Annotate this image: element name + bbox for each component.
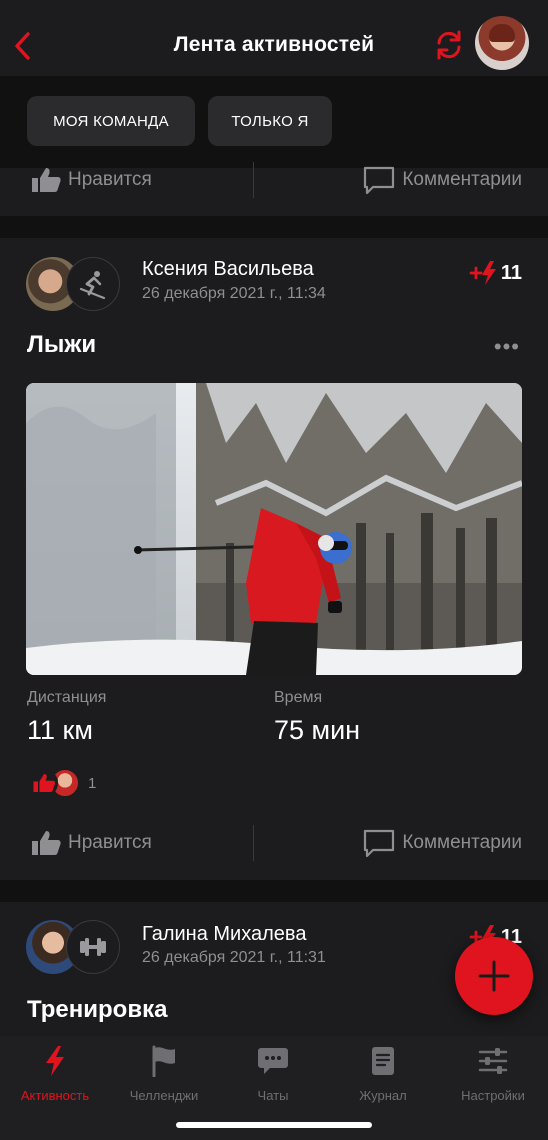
activity-type-badge [66,920,120,974]
like-button[interactable]: Нравится [30,823,152,863]
thumbs-up-red-icon [33,774,55,792]
profile-avatar[interactable] [475,16,529,70]
add-activity-button[interactable] [455,937,533,1015]
comment-label: Комментарии [402,832,522,853]
comment-icon [364,829,395,858]
comment-label: Комментарии [402,169,522,190]
tab-label: Челленджи [129,1088,199,1103]
score-badge: 11 [469,260,522,286]
plus-icon [478,960,510,992]
user-name[interactable]: Галина Михалева [142,923,306,946]
post-card-previous: Нравится Комментарии [0,162,548,216]
liked-icon [30,769,58,797]
sync-button[interactable] [432,28,466,62]
activity-type-badge [66,257,120,311]
post-actions: Нравится Комментарии [0,160,548,200]
score-value: 11 [500,261,522,284]
distance-label: Дистанция [27,689,107,706]
sliders-icon [478,1048,508,1074]
actions-divider [253,825,254,861]
post-actions: Нравится Комментарии [0,823,548,863]
refresh-icon [437,30,461,60]
post-card: Ксения Васильева 26 декабря 2021 г., 11:… [0,238,548,880]
activity-photo[interactable] [26,383,522,675]
likes-count: 1 [88,774,97,792]
journal-icon [372,1047,394,1075]
flag-icon [152,1045,175,1077]
like-label: Нравится [68,832,152,853]
tab-label: Настройки [461,1088,525,1103]
thumbs-up-icon [32,168,61,192]
skiing-icon [79,271,106,300]
activity-title: Лыжи [27,331,97,358]
filter-my-team-button[interactable]: МОЯ КОМАНДА [27,96,195,146]
tab-challenges[interactable]: Челленджи [109,1044,219,1103]
tab-label: Журнал [359,1088,407,1103]
tab-settings[interactable]: Настройки [438,1044,548,1103]
tab-activity[interactable]: Активность [0,1044,110,1103]
user-name[interactable]: Ксения Васильева [142,258,314,281]
lightning-icon [46,1046,64,1076]
dumbbell-icon [80,938,106,956]
actions-divider [253,162,254,198]
like-button[interactable]: Нравится [30,160,152,200]
post-date: 26 декабря 2021 г., 11:31 [142,949,326,966]
thumbs-up-icon [32,831,61,855]
activity-image [26,383,522,675]
filter-only-me-button[interactable]: ТОЛЬКО Я [208,96,332,146]
more-options-button[interactable]: ••• [494,334,520,360]
tab-chats[interactable]: Чаты [218,1044,328,1103]
comments-button[interactable]: Комментарии [362,160,522,200]
home-indicator [176,1122,372,1128]
tab-journal[interactable]: Журнал [328,1044,438,1103]
comment-icon [364,166,395,195]
feed-filters: МОЯ КОМАНДА ТОЛЬКО Я [0,76,548,168]
activity-title: Тренировка [27,996,168,1023]
time-label: Время [274,689,323,706]
time-value: 75 мин [274,715,361,745]
chat-icon [258,1048,288,1074]
energy-plus-icon [469,261,496,285]
post-date: 26 декабря 2021 г., 11:34 [142,285,326,302]
tab-label: Активность [20,1088,90,1103]
tab-label: Чаты [257,1088,289,1103]
comments-button[interactable]: Комментарии [362,823,522,863]
like-label: Нравится [68,169,152,190]
likers-summary[interactable]: 1 [30,768,96,798]
distance-value: 11 км [27,715,93,745]
